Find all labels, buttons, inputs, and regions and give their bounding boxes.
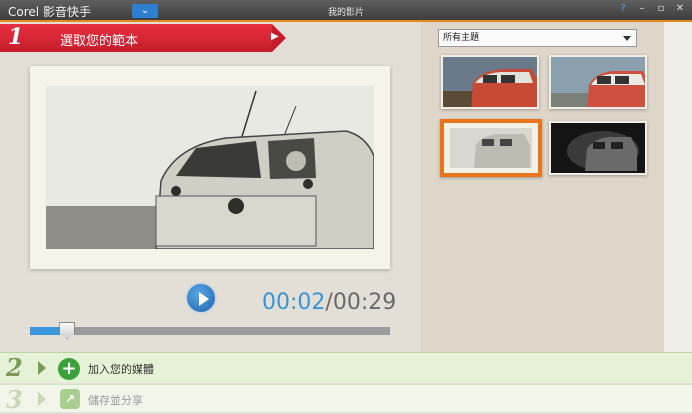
step3-arrow-icon (38, 392, 46, 406)
timecode: 00:02/00:29 (262, 290, 396, 315)
step1-label: 選取您的範本 (60, 34, 139, 49)
timeline-handle[interactable] (59, 322, 76, 339)
add-media-icon[interactable]: + (58, 358, 80, 380)
play-button[interactable] (185, 282, 217, 314)
preview-frame (30, 66, 390, 269)
minimize-icon[interactable]: – (636, 3, 648, 14)
theme-filter-dropdown[interactable]: 所有主題 (438, 29, 637, 47)
help-icon[interactable]: ? (617, 3, 629, 14)
step2-arrow-icon (38, 361, 46, 375)
theme-panel-scroll-area[interactable] (664, 22, 692, 352)
preview-image (46, 86, 374, 249)
theme-thumbnail[interactable] (549, 55, 647, 109)
close-icon[interactable]: ✕ (674, 3, 686, 14)
step3-label: 儲存並分享 (88, 394, 143, 407)
theme-filter-value: 所有主題 (443, 33, 480, 43)
theme-thumbnail[interactable] (549, 121, 647, 175)
step2-number: 2 (6, 353, 23, 382)
step1-number: 1 (8, 24, 24, 50)
theme-thumbnail-selected[interactable] (440, 119, 542, 177)
step2-label: 加入您的媒體 (88, 363, 154, 376)
window-controls: ? – ▫ ✕ (617, 3, 686, 14)
timeline-scrubber[interactable] (30, 322, 390, 339)
step3-number: 3 (6, 385, 23, 414)
chevron-down-icon (623, 36, 631, 41)
window-title: 我的影片 (327, 8, 364, 18)
total-time: 00:29 (332, 290, 397, 315)
maximize-icon[interactable]: ▫ (655, 3, 667, 14)
step2-row[interactable]: 2 + 加入您的媒體 (0, 352, 692, 383)
chevron-right-icon: ▶ (271, 31, 279, 42)
title-bar: Corel 影音快手 ⌄ 我的影片 ? – ▫ ✕ (0, 0, 692, 22)
theme-thumbnail[interactable] (441, 55, 539, 109)
step3-row[interactable]: 3 ↗ 儲存並分享 (0, 384, 692, 414)
current-time: 00:02 (262, 290, 326, 315)
time-separator: / (325, 290, 333, 315)
timeline-progress (30, 327, 64, 335)
step1-header[interactable]: 1 選取您的範本 ▶ (0, 24, 288, 52)
share-icon[interactable]: ↗ (60, 389, 80, 409)
van-photo (46, 86, 374, 249)
